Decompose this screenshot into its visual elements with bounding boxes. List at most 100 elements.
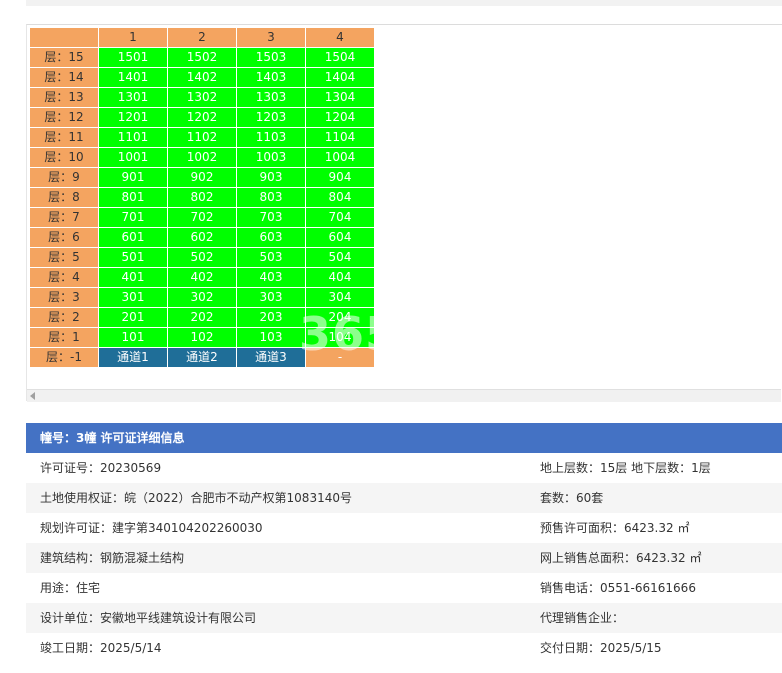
- unit-cell[interactable]: 1103: [236, 127, 306, 148]
- unit-cell[interactable]: 1504: [305, 47, 375, 68]
- unit-cell[interactable]: 303: [236, 287, 306, 308]
- info-right-value: 交付日期：2025/5/15: [540, 641, 662, 655]
- unit-cell[interactable]: 1402: [167, 67, 237, 88]
- unit-cell[interactable]: 1201: [98, 107, 168, 128]
- info-row: 用途：住宅 销售电话：0551-66161666: [26, 573, 782, 603]
- unit-cell[interactable]: 1204: [305, 107, 375, 128]
- unit-cell[interactable]: 604: [305, 227, 375, 248]
- unit-cell[interactable]: 403: [236, 267, 306, 288]
- unit-cell[interactable]: 1401: [98, 67, 168, 88]
- scroll-left-arrow-icon[interactable]: [30, 392, 35, 400]
- unit-cell[interactable]: 101: [98, 327, 168, 348]
- unit-cell[interactable]: 1002: [167, 147, 237, 168]
- unit-cell[interactable]: 201: [98, 307, 168, 328]
- floor-label: 层：3: [29, 287, 99, 308]
- unit-cell[interactable]: 1304: [305, 87, 375, 108]
- unit-cell[interactable]: 1202: [167, 107, 237, 128]
- unit-cell[interactable]: 401: [98, 267, 168, 288]
- unit-cell[interactable]: 904: [305, 167, 375, 188]
- floor-row: 层：9 901 902 903 904: [29, 167, 375, 188]
- unit-cell[interactable]: 1404: [305, 67, 375, 88]
- info-left-value: 许可证号：20230569: [40, 461, 162, 475]
- horizontal-scrollbar[interactable]: [27, 389, 781, 402]
- info-right-value: 套数：60套: [540, 491, 604, 505]
- unit-cell[interactable]: 203: [236, 307, 306, 328]
- top-toolbar-strip: [26, 0, 782, 6]
- unit-cell[interactable]: 1104: [305, 127, 375, 148]
- column-header: 2: [167, 27, 237, 48]
- unit-cell[interactable]: 902: [167, 167, 237, 188]
- info-row: 设计单位：安徽地平线建筑设计有限公司 代理销售企业：: [26, 603, 782, 633]
- floor-label: 层：8: [29, 187, 99, 208]
- unit-cell[interactable]: 603: [236, 227, 306, 248]
- info-right-value: 地上层数：15层 地下层数：1层: [540, 461, 711, 475]
- unit-cell[interactable]: 104: [305, 327, 375, 348]
- info-right-value: 预售许可面积：6423.32 ㎡: [540, 521, 690, 535]
- unit-cell[interactable]: 1102: [167, 127, 237, 148]
- unit-cell[interactable]: 704: [305, 207, 375, 228]
- unit-cell[interactable]: 801: [98, 187, 168, 208]
- unit-grid: 1 2 3 4 层：15 1501 1502 1503 1504 层：14 1401 1402 1403…: [29, 27, 375, 368]
- unit-cell[interactable]: 702: [167, 207, 237, 228]
- unit-cell[interactable]: 502: [167, 247, 237, 268]
- unit-cell[interactable]: 404: [305, 267, 375, 288]
- floor-label: 层：9: [29, 167, 99, 188]
- unit-cell[interactable]: 304: [305, 287, 375, 308]
- unit-cell[interactable]: 1203: [236, 107, 306, 128]
- unit-cell[interactable]: 204: [305, 307, 375, 328]
- unit-cell[interactable]: 1001: [98, 147, 168, 168]
- unit-cell[interactable]: 701: [98, 207, 168, 228]
- floor-label: 层：11: [29, 127, 99, 148]
- info-row: 建筑结构：钢筋混凝土结构 网上销售总面积：6423.32 ㎡: [26, 543, 782, 573]
- unit-cell[interactable]: 301: [98, 287, 168, 308]
- floor-row: 层：-1 通道1 通道2 通道3-: [29, 347, 375, 368]
- unit-cell[interactable]: 1101: [98, 127, 168, 148]
- unit-cell[interactable]: 804: [305, 187, 375, 208]
- floor-row: 层：12 1201 1202 1203 1204: [29, 107, 375, 128]
- unit-cell[interactable]: 1503: [236, 47, 306, 68]
- unit-cell[interactable]: 601: [98, 227, 168, 248]
- unit-cell[interactable]: 703: [236, 207, 306, 228]
- passage-cell[interactable]: 通道2: [167, 347, 237, 368]
- floor-row: 层：5 501 502 503 504: [29, 247, 375, 268]
- unit-cell[interactable]: 504: [305, 247, 375, 268]
- unit-cell[interactable]: 1303: [236, 87, 306, 108]
- passage-cell[interactable]: 通道1: [98, 347, 168, 368]
- floor-label: 层：4: [29, 267, 99, 288]
- unit-cell[interactable]: 802: [167, 187, 237, 208]
- info-left-value: 用途：住宅: [40, 581, 101, 595]
- floor-label: 层：1: [29, 327, 99, 348]
- unit-cell[interactable]: 1403: [236, 67, 306, 88]
- unit-cell[interactable]: 1501: [98, 47, 168, 68]
- unit-cell[interactable]: 803: [236, 187, 306, 208]
- unit-cell[interactable]: 102: [167, 327, 237, 348]
- info-row: 许可证号：20230569 地上层数：15层 地下层数：1层: [26, 453, 782, 483]
- floor-label: 层：14: [29, 67, 99, 88]
- unit-cell[interactable]: 1302: [167, 87, 237, 108]
- permit-info-title: 幢号：3幢 许可证详细信息: [26, 423, 782, 453]
- floor-row: 层：11 1101 1102 1103 1104: [29, 127, 375, 148]
- floor-row: 层：10 1001 1002 1003 1004: [29, 147, 375, 168]
- unit-cell[interactable]: 1004: [305, 147, 375, 168]
- floor-label: 层：10: [29, 147, 99, 168]
- unit-cell[interactable]: 202: [167, 307, 237, 328]
- unit-cell[interactable]: 903: [236, 167, 306, 188]
- unit-cell[interactable]: 1003: [236, 147, 306, 168]
- unit-cell[interactable]: 503: [236, 247, 306, 268]
- passage-cell[interactable]: 通道3: [236, 347, 306, 368]
- unit-cell[interactable]: 103: [236, 327, 306, 348]
- unit-cell[interactable]: 901: [98, 167, 168, 188]
- unit-cell[interactable]: 602: [167, 227, 237, 248]
- unit-cell[interactable]: 402: [167, 267, 237, 288]
- column-header: 4: [305, 27, 375, 48]
- grid-header-row: 1234: [29, 27, 375, 48]
- floor-row: 层：2 201 202 203 204: [29, 307, 375, 328]
- info-left-value: 土地使用权证：皖（2022）合肥市不动产权第1083140号: [40, 491, 352, 505]
- info-row: 竣工日期：2025/5/14 交付日期：2025/5/15: [26, 633, 782, 663]
- floor-label: 层：5: [29, 247, 99, 268]
- unit-cell[interactable]: 1301: [98, 87, 168, 108]
- floor-row: 层：3 301 302 303 304: [29, 287, 375, 308]
- unit-cell[interactable]: 302: [167, 287, 237, 308]
- unit-cell[interactable]: 1502: [167, 47, 237, 68]
- unit-cell[interactable]: 501: [98, 247, 168, 268]
